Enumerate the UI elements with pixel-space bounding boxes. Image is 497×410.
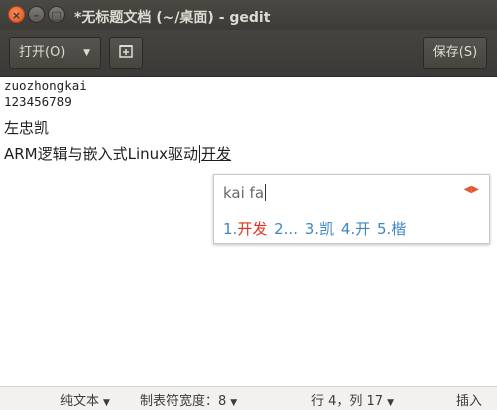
chevron-down-icon: ▼ bbox=[83, 48, 90, 58]
close-window-button[interactable]: × bbox=[8, 6, 25, 23]
minimize-window-button[interactable]: – bbox=[28, 6, 45, 23]
maximize-window-button[interactable]: □ bbox=[48, 6, 65, 23]
next-page-icon[interactable]: ▶ bbox=[471, 184, 479, 195]
insert-mode-indicator: 插入 bbox=[456, 394, 483, 409]
tab-width-selector[interactable]: 制表符宽度：8 ▼ bbox=[140, 390, 237, 409]
ime-candidate-4[interactable]: 4.开 bbox=[341, 220, 370, 238]
open-button[interactable]: 打开(O) ▼ bbox=[9, 37, 101, 69]
chevron-down-icon: ▼ bbox=[230, 398, 238, 408]
ime-candidate-popup: kai fa ◀▶ 1.开发 2... 3.凯 4.开 5.楷 bbox=[213, 174, 490, 244]
text-line-2: 123456789 bbox=[4, 94, 72, 109]
ime-candidate-2[interactable]: 2... bbox=[274, 220, 298, 238]
cursor-position-selector[interactable]: 行 4，列 17 ▼ bbox=[311, 390, 394, 409]
preedit-text: 开发 bbox=[201, 145, 232, 163]
chevron-down-icon: ▼ bbox=[103, 398, 110, 408]
ime-candidate-1[interactable]: 1.开发 bbox=[223, 220, 267, 238]
text-line-4: ARM逻辑与嵌入式Linux驱动 开发 bbox=[4, 143, 231, 164]
new-tab-button[interactable] bbox=[109, 37, 143, 69]
committed-text: ARM逻辑与嵌入式Linux驱动 bbox=[4, 145, 199, 163]
language-selector[interactable]: 纯文本 ▼ bbox=[60, 390, 110, 409]
text-cursor bbox=[199, 145, 201, 163]
ime-cursor bbox=[265, 184, 267, 201]
window-titlebar: × – □ *无标题文档 (~/桌面) - gedit bbox=[0, 0, 497, 30]
chevron-down-icon: ▼ bbox=[387, 398, 394, 408]
ime-candidate-5[interactable]: 5.楷 bbox=[377, 220, 406, 238]
text-line-1: zuozhongkai bbox=[4, 78, 87, 93]
open-button-label: 打开(O) bbox=[19, 45, 66, 60]
ime-input-text: kai fa bbox=[223, 184, 267, 202]
header-bar: 打开(O) ▼ 保存(S) bbox=[0, 30, 497, 77]
text-line-3: 左忠凯 bbox=[4, 119, 50, 137]
new-tab-icon bbox=[118, 45, 134, 60]
save-button[interactable]: 保存(S) bbox=[423, 37, 487, 69]
window-title: *无标题文档 (~/桌面) - gedit bbox=[74, 10, 271, 26]
ime-candidate-3[interactable]: 3.凯 bbox=[305, 220, 334, 238]
status-bar: 纯文本 ▼ 制表符宽度：8 ▼ 行 4，列 17 ▼ 插入 bbox=[0, 386, 497, 410]
ime-page-nav: ◀▶ bbox=[464, 184, 479, 195]
ime-candidate-list: 1.开发 2... 3.凯 4.开 5.楷 bbox=[223, 218, 408, 239]
